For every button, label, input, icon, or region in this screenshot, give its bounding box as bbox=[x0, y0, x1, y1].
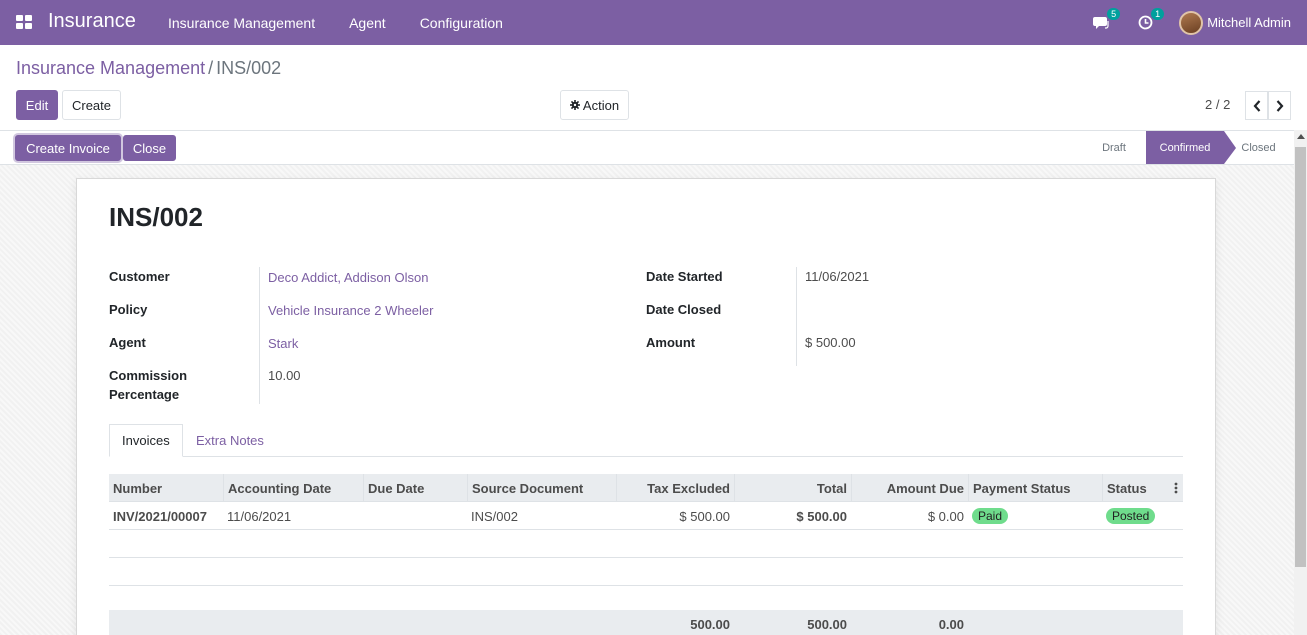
column-number[interactable]: Number bbox=[109, 474, 223, 502]
systray: 5 1 Mitchell Admin bbox=[1091, 0, 1291, 45]
status-arrow-right bbox=[1224, 131, 1236, 164]
close-button[interactable]: Close bbox=[123, 135, 176, 161]
action-label: Action bbox=[582, 97, 620, 113]
column-total[interactable]: Total bbox=[734, 474, 851, 502]
user-avatar[interactable] bbox=[1179, 10, 1204, 35]
tab-extra-notes[interactable]: Extra Notes bbox=[184, 424, 276, 457]
agent-value[interactable]: Stark bbox=[268, 336, 298, 351]
status-step-confirmed[interactable]: Confirmed bbox=[1146, 131, 1224, 164]
status-badge: Posted bbox=[1106, 508, 1156, 524]
top-navbar: Insurance Insurance Management Agent Con… bbox=[0, 0, 1307, 45]
pager-value[interactable]: 2 / 2 bbox=[1205, 97, 1230, 112]
status-arrow-notch bbox=[1134, 131, 1146, 164]
gear-icon bbox=[569, 100, 580, 110]
field-separator-right bbox=[796, 267, 797, 366]
create-invoice-button[interactable]: Create Invoice bbox=[15, 135, 121, 161]
record-title: INS/002 bbox=[109, 202, 203, 232]
cell-source-document: INS/002 bbox=[471, 508, 518, 524]
user-menu[interactable]: Mitchell Admin bbox=[1207, 15, 1291, 30]
commission-label: Commission Percentage bbox=[109, 366, 187, 404]
policy-label: Policy bbox=[109, 302, 148, 317]
chevron-left-icon bbox=[1253, 99, 1260, 112]
date-closed-label: Date Closed bbox=[646, 302, 722, 317]
column-status-label: Status bbox=[1107, 480, 1147, 496]
amount-label: Amount bbox=[646, 335, 696, 350]
create-button[interactable]: Create bbox=[62, 90, 121, 120]
date-started-label: Date Started bbox=[646, 269, 723, 284]
form-statusbar: Create Invoice Close Draft Confirmed Clo… bbox=[0, 130, 1294, 165]
clock-icon bbox=[1138, 15, 1153, 30]
cell-number: INV/2021/00007 bbox=[113, 508, 207, 524]
vertical-scrollbar[interactable] bbox=[1294, 130, 1307, 635]
table-row[interactable]: INV/2021/00007 11/06/2021 INS/002 $ 500.… bbox=[109, 502, 1183, 530]
messaging-menu[interactable]: 5 bbox=[1091, 7, 1121, 33]
field-separator-left bbox=[259, 267, 260, 404]
empty-row bbox=[109, 530, 1183, 558]
total-total: 500.00 bbox=[807, 616, 847, 632]
column-status[interactable]: Status bbox=[1102, 474, 1183, 502]
cell-accounting-date: 11/06/2021 bbox=[227, 508, 292, 524]
apps-menu-icon[interactable] bbox=[16, 15, 32, 29]
scroll-up-arrow-icon[interactable] bbox=[1297, 134, 1305, 139]
commission-value: 10.00 bbox=[268, 368, 301, 383]
action-button[interactable]: Action bbox=[560, 90, 629, 120]
agent-label: Agent bbox=[109, 335, 146, 350]
cell-status: Posted bbox=[1102, 502, 1183, 530]
column-due-date[interactable]: Due Date bbox=[363, 474, 467, 502]
customer-value[interactable]: Deco Addict, Addison Olson bbox=[268, 270, 428, 285]
status-step-draft[interactable]: Draft bbox=[1090, 131, 1138, 164]
customer-label: Customer bbox=[109, 269, 170, 284]
pager-next-button[interactable] bbox=[1268, 91, 1291, 120]
activity-menu[interactable]: 1 bbox=[1135, 7, 1165, 33]
cell-amount-due: $ 0.00 bbox=[927, 508, 964, 524]
chat-icon bbox=[1093, 16, 1109, 29]
activities-badge: 1 bbox=[1151, 7, 1165, 20]
optional-columns-icon[interactable] bbox=[1174, 482, 1178, 494]
breadcrumb-current: INS/002 bbox=[216, 58, 282, 78]
edit-button[interactable]: Edit bbox=[16, 90, 58, 120]
amount-value: $ 500.00 bbox=[805, 335, 856, 350]
table-header: Number Accounting Date Due Date Source D… bbox=[109, 474, 1183, 502]
column-accounting-date[interactable]: Accounting Date bbox=[223, 474, 363, 502]
status-step-closed[interactable]: Closed bbox=[1236, 131, 1281, 164]
cell-due-date bbox=[363, 502, 467, 530]
breadcrumb: Insurance Management / INS/002 bbox=[16, 58, 281, 79]
column-source-document[interactable]: Source Document bbox=[467, 474, 616, 502]
column-tax-excluded[interactable]: Tax Excluded bbox=[616, 474, 734, 502]
column-payment-status[interactable]: Payment Status bbox=[968, 474, 1102, 502]
main-menu: Insurance Management Agent Configuration bbox=[168, 15, 537, 31]
date-started-value: 11/06/2021 bbox=[805, 269, 870, 284]
menu-item-insurance-management[interactable]: Insurance Management bbox=[168, 15, 315, 31]
scrollbar-thumb[interactable] bbox=[1295, 147, 1306, 567]
menu-item-agent[interactable]: Agent bbox=[349, 15, 386, 31]
column-amount-due[interactable]: Amount Due bbox=[851, 474, 968, 502]
payment-status-badge: Paid bbox=[972, 508, 1009, 524]
breadcrumb-parent[interactable]: Insurance Management bbox=[16, 58, 205, 78]
cell-payment-status: Paid bbox=[968, 502, 1102, 530]
app-brand[interactable]: Insurance bbox=[48, 10, 136, 33]
menu-item-configuration[interactable]: Configuration bbox=[420, 15, 503, 31]
messages-badge: 5 bbox=[1107, 7, 1121, 20]
table-footer: 500.00 500.00 0.00 bbox=[109, 610, 1183, 635]
chevron-right-icon bbox=[1276, 99, 1283, 112]
cell-total: $ 500.00 bbox=[796, 508, 847, 524]
total-amount-due: 0.00 bbox=[938, 616, 964, 632]
commission-label-line2: Percentage bbox=[109, 387, 180, 402]
tab-invoices[interactable]: Invoices bbox=[109, 424, 183, 457]
commission-label-line1: Commission bbox=[109, 368, 188, 383]
empty-row bbox=[109, 558, 1183, 586]
cell-tax-excluded: $ 500.00 bbox=[679, 508, 730, 524]
total-tax-excluded: 500.00 bbox=[690, 616, 730, 632]
breadcrumb-separator: / bbox=[208, 58, 214, 78]
pager-previous-button[interactable] bbox=[1245, 91, 1268, 120]
policy-value[interactable]: Vehicle Insurance 2 Wheeler bbox=[268, 303, 433, 318]
